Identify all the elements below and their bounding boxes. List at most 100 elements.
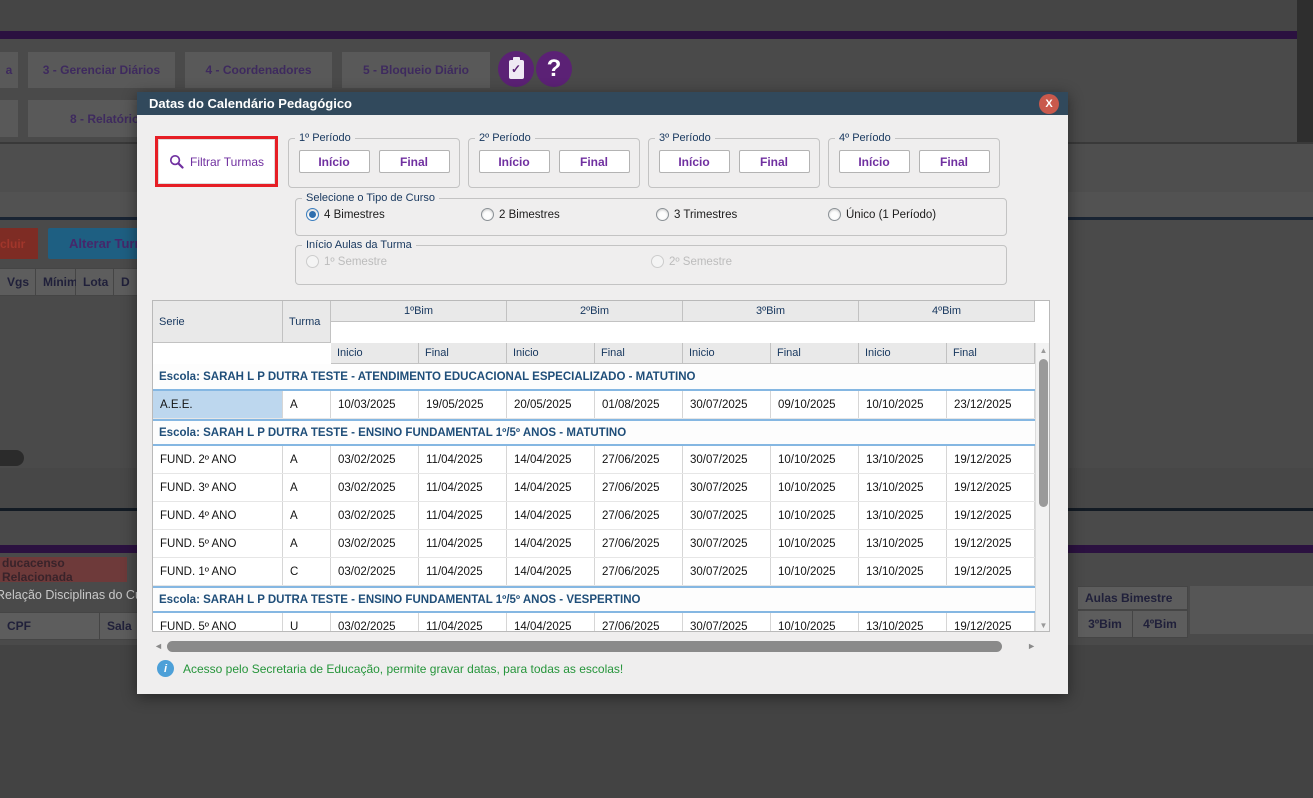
cell-date[interactable]: 11/04/2025 [419,613,507,631]
cell-date[interactable]: 10/10/2025 [771,502,859,529]
table-row[interactable]: A.E.E. A 10/03/2025 19/05/2025 20/05/2025 01/… [153,391,1035,419]
cell-date[interactable]: 30/07/2025 [683,502,771,529]
tab-partial-left[interactable]: a [0,52,18,88]
cell-turma[interactable]: A [283,502,331,529]
periodo-2-inicio-button[interactable]: Início [478,150,550,173]
cell-date[interactable]: 03/02/2025 [331,530,419,557]
cell-date[interactable]: 11/04/2025 [419,474,507,501]
scroll-up-icon[interactable]: ▲ [1036,344,1049,357]
periodo-3-final-button[interactable]: Final [738,150,810,173]
cell-date[interactable]: 10/10/2025 [859,391,947,418]
cell-date[interactable]: 19/12/2025 [947,613,1035,631]
cell-turma[interactable]: A [283,391,331,418]
cell-date[interactable]: 14/04/2025 [507,446,595,473]
cell-date[interactable]: 03/02/2025 [331,502,419,529]
scroll-left-icon[interactable]: ◄ [154,641,163,651]
cell-date[interactable]: 14/04/2025 [507,558,595,585]
cell-date[interactable]: 13/10/2025 [859,446,947,473]
periodo-3-inicio-button[interactable]: Início [658,150,730,173]
cell-date[interactable]: 10/10/2025 [771,613,859,631]
cell-date[interactable]: 30/07/2025 [683,530,771,557]
horizontal-scroll-thumb[interactable] [167,641,1002,652]
cell-date[interactable]: 10/10/2025 [771,530,859,557]
cell-serie[interactable]: FUND. 3º ANO [153,474,283,501]
cell-date[interactable]: 20/05/2025 [507,391,595,418]
cell-turma[interactable]: U [283,613,331,631]
tipo-curso-option-1[interactable]: 4 Bimestres [306,208,385,221]
tipo-curso-option-3[interactable]: 3 Trimestres [656,208,737,221]
cell-date[interactable]: 10/10/2025 [771,446,859,473]
cell-date[interactable]: 30/07/2025 [683,474,771,501]
cell-date[interactable]: 13/10/2025 [859,502,947,529]
cell-turma[interactable]: A [283,446,331,473]
periodo-4-final-button[interactable]: Final [918,150,990,173]
cell-date[interactable]: 03/02/2025 [331,474,419,501]
help-icon[interactable]: ? [536,51,572,87]
cell-date[interactable]: 30/07/2025 [683,613,771,631]
cell-date[interactable]: 27/06/2025 [595,446,683,473]
scroll-down-icon[interactable]: ▼ [1036,619,1049,631]
table-row[interactable]: FUND. 5º ANO A 03/02/2025 11/04/2025 14/04/2… [153,530,1035,558]
cell-date[interactable]: 11/04/2025 [419,530,507,557]
cell-serie[interactable]: FUND. 4º ANO [153,502,283,529]
horizontal-scrollbar[interactable]: ◄ ► [152,639,1050,654]
bg-scrollbar-thumb[interactable] [0,450,24,466]
cell-serie[interactable]: FUND. 1º ANO [153,558,283,585]
cell-date[interactable]: 27/06/2025 [595,613,683,631]
filtrar-turmas-button[interactable]: Filtrar Turmas [158,139,275,184]
tipo-curso-option-radio-2[interactable] [481,208,494,221]
cell-date[interactable]: 27/06/2025 [595,474,683,501]
cell-date[interactable]: 19/12/2025 [947,530,1035,557]
cell-serie[interactable]: FUND. 5º ANO [153,530,283,557]
close-icon[interactable]: X [1039,94,1059,114]
cell-turma[interactable]: A [283,530,331,557]
cell-date[interactable]: 19/12/2025 [947,502,1035,529]
cell-date[interactable]: 11/04/2025 [419,502,507,529]
tipo-curso-option-radio-3[interactable] [656,208,669,221]
cell-serie[interactable]: A.E.E. [153,391,283,418]
scroll-right-icon[interactable]: ► [1027,641,1036,651]
cell-turma[interactable]: A [283,474,331,501]
cell-date[interactable]: 14/04/2025 [507,613,595,631]
table-row[interactable]: FUND. 4º ANO A 03/02/2025 11/04/2025 14/04/2… [153,502,1035,530]
cell-date[interactable]: 30/07/2025 [683,558,771,585]
cell-date[interactable]: 14/04/2025 [507,530,595,557]
cell-date[interactable]: 13/10/2025 [859,530,947,557]
cell-date[interactable]: 13/10/2025 [859,558,947,585]
cell-date[interactable]: 03/02/2025 [331,446,419,473]
cell-date[interactable]: 13/10/2025 [859,613,947,631]
cell-turma[interactable]: C [283,558,331,585]
vertical-scroll-thumb[interactable] [1039,359,1048,507]
cell-date[interactable]: 09/10/2025 [771,391,859,418]
periodo-1-final-button[interactable]: Final [378,150,450,173]
periodo-4-inicio-button[interactable]: Início [838,150,910,173]
cell-date[interactable]: 03/02/2025 [331,613,419,631]
cell-date[interactable]: 11/04/2025 [419,558,507,585]
table-row[interactable]: FUND. 2º ANO A 03/02/2025 11/04/2025 14/04/2… [153,446,1035,474]
periodo-1-inicio-button[interactable]: Início [298,150,370,173]
tab-coordenadores[interactable]: 4 - Coordenadores [185,52,332,88]
tab-bloqueio-diario[interactable]: 5 - Bloqueio Diário [342,52,490,88]
cell-date[interactable]: 19/12/2025 [947,558,1035,585]
cell-date[interactable]: 14/04/2025 [507,474,595,501]
table-row[interactable]: FUND. 3º ANO A 03/02/2025 11/04/2025 14/04/2… [153,474,1035,502]
cell-date[interactable]: 23/12/2025 [947,391,1035,418]
cell-date[interactable]: 10/03/2025 [331,391,419,418]
clipboard-check-icon[interactable]: ✓ [498,51,534,87]
cell-date[interactable]: 19/05/2025 [419,391,507,418]
cell-serie[interactable]: FUND. 5º ANO [153,613,283,631]
cell-date[interactable]: 27/06/2025 [595,502,683,529]
cell-serie[interactable]: FUND. 2º ANO [153,446,283,473]
cell-date[interactable]: 03/02/2025 [331,558,419,585]
cell-date[interactable]: 10/10/2025 [771,474,859,501]
tipo-curso-option-radio-1[interactable] [306,208,319,221]
cell-date[interactable]: 27/06/2025 [595,558,683,585]
cell-date[interactable]: 19/12/2025 [947,446,1035,473]
cell-date[interactable]: 01/08/2025 [595,391,683,418]
tab-gerenciar-diarios[interactable]: 3 - Gerenciar Diários [28,52,175,88]
cell-date[interactable]: 30/07/2025 [683,446,771,473]
tab-partial-left-2[interactable] [0,100,18,137]
table-row[interactable]: FUND. 1º ANO C 03/02/2025 11/04/2025 14/04/2… [153,558,1035,586]
cell-date[interactable]: 14/04/2025 [507,502,595,529]
table-row[interactable]: FUND. 5º ANO U 03/02/2025 11/04/2025 14/04/2… [153,613,1035,631]
